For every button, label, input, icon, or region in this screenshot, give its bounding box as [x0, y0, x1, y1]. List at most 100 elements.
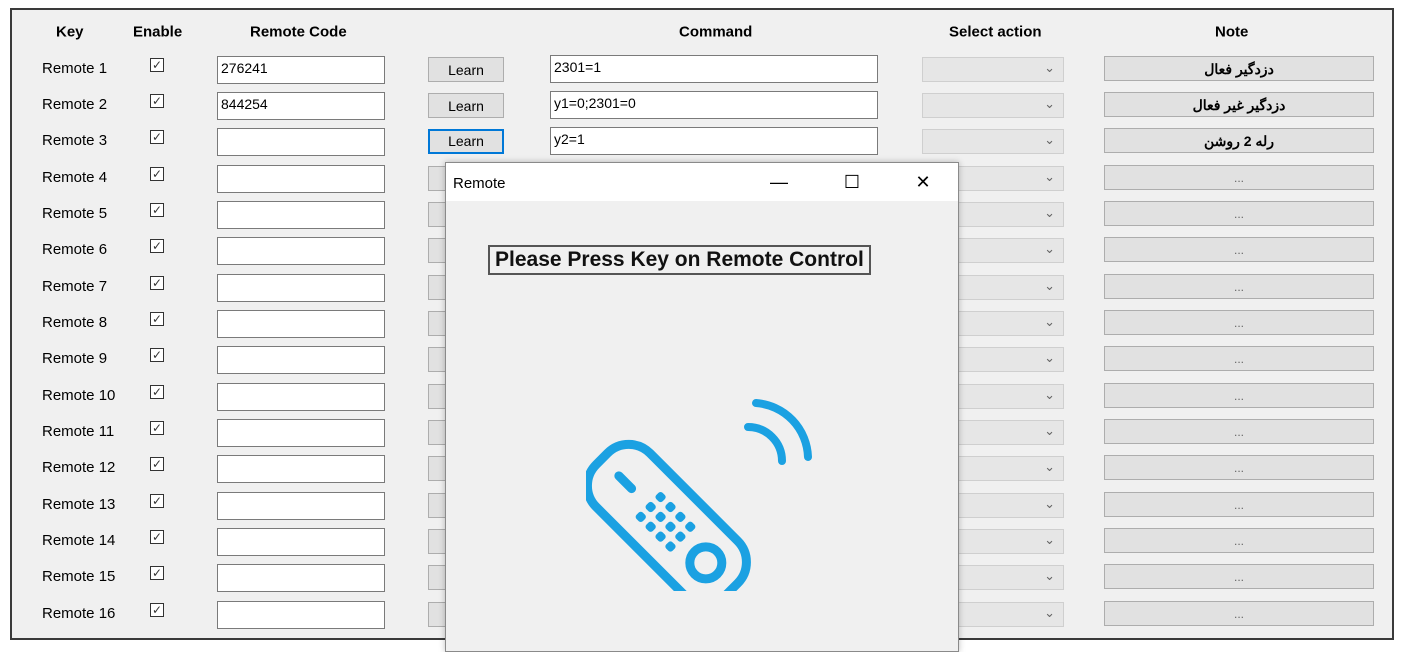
enable-checkbox[interactable]: ✓ [150, 94, 164, 108]
remote-row: Remote 3 ✓ Learn y2=1 ⌄ رله 2 روشن [12, 118, 1392, 156]
remote-key-label: Remote 1 [42, 60, 108, 77]
command-input[interactable]: y1=0;2301=0 [550, 91, 878, 119]
note-button[interactable]: ... [1104, 310, 1374, 335]
enable-checkbox[interactable]: ✓ [150, 530, 164, 544]
header-remote-code: Remote Code [250, 23, 347, 41]
chevron-down-icon: ⌄ [1044, 314, 1055, 329]
note-button[interactable]: ... [1104, 601, 1374, 626]
remote-code-input[interactable] [217, 492, 385, 520]
remote-code-input[interactable] [217, 165, 385, 193]
remote-code-input[interactable] [217, 528, 385, 556]
note-button[interactable]: ... [1104, 165, 1374, 190]
enable-checkbox[interactable]: ✓ [150, 130, 164, 144]
remote-code-input[interactable] [217, 310, 385, 338]
minimize-icon[interactable]: — [756, 167, 802, 197]
remote-round-button [685, 542, 727, 584]
chevron-down-icon: ⌄ [1044, 205, 1055, 220]
remote-code-input[interactable] [217, 383, 385, 411]
header-key: Key [56, 23, 84, 41]
remote-code-input[interactable] [217, 237, 385, 265]
note-button[interactable]: ... [1104, 419, 1374, 444]
close-icon[interactable]: ✕ [900, 167, 946, 197]
remote-code-input[interactable] [217, 128, 385, 156]
select-action-dropdown[interactable]: ⌄ [922, 57, 1064, 82]
remote-code-input[interactable] [217, 601, 385, 629]
chevron-down-icon: ⌄ [1044, 605, 1055, 620]
enable-checkbox[interactable]: ✓ [150, 566, 164, 580]
note-button[interactable]: ... [1104, 492, 1374, 517]
signal-waves-icon [744, 399, 812, 465]
select-action-dropdown[interactable]: ⌄ [922, 93, 1064, 118]
enable-checkbox[interactable]: ✓ [150, 421, 164, 435]
note-button[interactable]: ... [1104, 201, 1374, 226]
remote-key-label: Remote 6 [42, 241, 108, 258]
note-button[interactable]: رله 2 روشن [1104, 128, 1374, 153]
remote-row: Remote 2 ✓ 844254 Learn y1=0;2301=0 ⌄ دزدگیر غ… [12, 82, 1392, 120]
remote-code-input[interactable] [217, 564, 385, 592]
remote-key-label: Remote 14 [42, 532, 116, 549]
chevron-down-icon: ⌄ [1044, 423, 1055, 438]
remote-key-label: Remote 9 [42, 350, 108, 367]
enable-checkbox[interactable]: ✓ [150, 167, 164, 181]
note-button[interactable]: ... [1104, 383, 1374, 408]
header-note: Note [1215, 23, 1249, 41]
remote-key-label: Remote 16 [42, 605, 116, 622]
learn-button[interactable]: Learn [428, 57, 504, 82]
remote-power-button [614, 471, 637, 494]
remote-key-label: Remote 8 [42, 314, 108, 331]
note-button[interactable]: ... [1104, 274, 1374, 299]
enable-checkbox[interactable]: ✓ [150, 203, 164, 217]
remote-code-input[interactable]: 844254 [217, 92, 385, 120]
chevron-down-icon: ⌄ [1044, 278, 1055, 293]
remote-row: Remote 1 ✓ 276241 Learn 2301=1 ⌄ دزدگیر فعال [12, 46, 1392, 84]
enable-checkbox[interactable]: ✓ [150, 276, 164, 290]
enable-checkbox[interactable]: ✓ [150, 457, 164, 471]
enable-checkbox[interactable]: ✓ [150, 385, 164, 399]
command-input[interactable]: y2=1 [550, 127, 878, 155]
enable-checkbox[interactable]: ✓ [150, 239, 164, 253]
chevron-down-icon: ⌄ [1044, 459, 1055, 474]
remote-key-label: Remote 3 [42, 132, 108, 149]
enable-checkbox[interactable]: ✓ [150, 312, 164, 326]
note-button[interactable]: دزدگیر غیر فعال [1104, 92, 1374, 117]
remote-key-label: Remote 7 [42, 278, 108, 295]
chevron-down-icon: ⌄ [1044, 532, 1055, 547]
select-action-dropdown[interactable]: ⌄ [922, 129, 1064, 154]
remote-code-input[interactable] [217, 201, 385, 229]
note-button[interactable]: ... [1104, 346, 1374, 371]
enable-checkbox[interactable]: ✓ [150, 58, 164, 72]
chevron-down-icon: ⌄ [1044, 169, 1055, 184]
enable-checkbox[interactable]: ✓ [150, 603, 164, 617]
remote-learn-dialog: Remote — ☐ ✕ Please Press Key on Remote … [445, 162, 959, 652]
enable-checkbox[interactable]: ✓ [150, 348, 164, 362]
note-button[interactable]: ... [1104, 237, 1374, 262]
remote-code-input[interactable] [217, 419, 385, 447]
note-button[interactable]: دزدگیر فعال [1104, 56, 1374, 81]
chevron-down-icon: ⌄ [1044, 241, 1055, 256]
chevron-down-icon: ⌄ [1044, 132, 1055, 147]
command-input[interactable]: 2301=1 [550, 55, 878, 83]
press-key-prompt: Please Press Key on Remote Control [488, 245, 871, 275]
remote-key-label: Remote 10 [42, 387, 116, 404]
learn-button[interactable]: Learn [428, 93, 504, 118]
maximize-icon[interactable]: ☐ [829, 167, 875, 197]
enable-checkbox[interactable]: ✓ [150, 494, 164, 508]
chevron-down-icon: ⌄ [1044, 60, 1055, 75]
remote-code-input[interactable] [217, 455, 385, 483]
header-select-action: Select action [949, 23, 1042, 41]
chevron-down-icon: ⌄ [1044, 568, 1055, 583]
chevron-down-icon: ⌄ [1044, 96, 1055, 111]
remote-key-label: Remote 5 [42, 205, 108, 222]
remote-code-input[interactable] [217, 346, 385, 374]
learn-button[interactable]: Learn [428, 129, 504, 154]
header-command: Command [679, 23, 753, 41]
remote-code-input[interactable] [217, 274, 385, 302]
dialog-title: Remote [453, 175, 506, 192]
note-button[interactable]: ... [1104, 528, 1374, 553]
remote-code-input[interactable]: 276241 [217, 56, 385, 84]
remote-control-icon [586, 399, 812, 591]
note-button[interactable]: ... [1104, 564, 1374, 589]
remote-key-label: Remote 2 [42, 96, 108, 113]
dialog-titlebar[interactable]: Remote — ☐ ✕ [446, 163, 958, 201]
note-button[interactable]: ... [1104, 455, 1374, 480]
